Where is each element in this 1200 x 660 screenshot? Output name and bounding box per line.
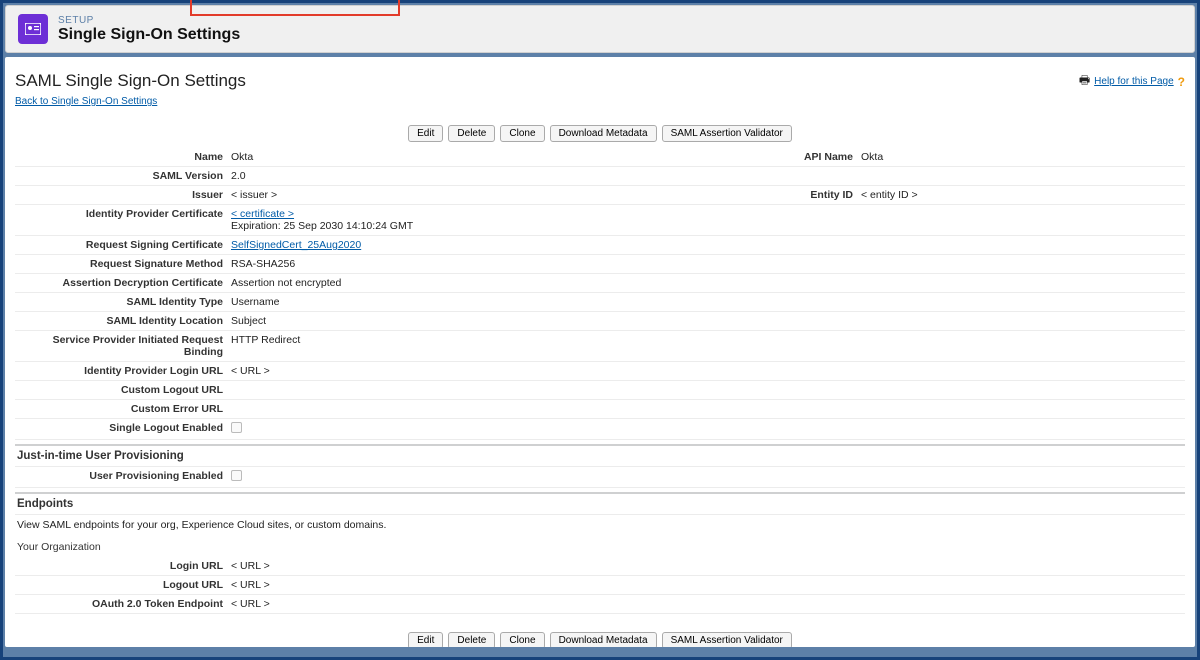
label-assert-decrypt: Assertion Decryption Certificate	[15, 274, 227, 293]
saml-validator-button-2[interactable]: SAML Assertion Validator	[662, 632, 792, 647]
value-oauth-ep: < URL >	[227, 595, 1185, 614]
edit-button-2[interactable]: Edit	[408, 632, 443, 647]
value-sp-binding: HTTP Redirect	[227, 331, 1185, 362]
download-metadata-button[interactable]: Download Metadata	[550, 125, 657, 142]
checkbox-jit-enabled	[231, 470, 242, 481]
value-idp-login-url: < URL >	[227, 362, 1185, 381]
value-entity-id: < entity ID >	[857, 186, 1185, 205]
label-sp-binding: Service Provider Initiated Request Bindi…	[15, 331, 227, 362]
back-link[interactable]: Back to Single Sign-On Settings	[15, 96, 157, 107]
sso-header-icon	[18, 14, 48, 44]
content-panel: SAML Single Sign-On Settings Back to Sin…	[5, 57, 1195, 647]
value-custom-logout	[227, 381, 1185, 400]
help-icon[interactable]: ?	[1178, 75, 1185, 89]
value-idp-cert-link[interactable]: < certificate >	[231, 208, 294, 220]
label-oauth-ep: OAuth 2.0 Token Endpoint	[15, 595, 227, 614]
clone-button[interactable]: Clone	[500, 125, 544, 142]
delete-button[interactable]: Delete	[448, 125, 495, 142]
value-saml-id-loc: Subject	[227, 312, 1185, 331]
setup-header: SETUP Single Sign-On Settings	[5, 5, 1195, 53]
label-idp-cert: Identity Provider Certificate	[15, 205, 227, 236]
value-req-sign-cert[interactable]: SelfSignedCert_25Aug2020	[231, 239, 361, 251]
label-jit-enabled: User Provisioning Enabled	[15, 467, 227, 488]
jit-heading: Just-in-time User Provisioning	[15, 444, 1185, 467]
setup-eyebrow: SETUP	[58, 15, 240, 26]
label-api-name: API Name	[767, 148, 857, 167]
value-idp-cert-exp: Expiration: 25 Sep 2030 14:10:24 GMT	[231, 220, 413, 232]
button-row-top: Edit Delete Clone Download Metadata SAML…	[15, 125, 1185, 142]
value-login-url: < URL >	[227, 557, 1185, 576]
label-saml-id-loc: SAML Identity Location	[15, 312, 227, 331]
edit-button[interactable]: Edit	[408, 125, 443, 142]
value-custom-error	[227, 400, 1185, 419]
help-link[interactable]: Help for this Page	[1094, 76, 1174, 87]
value-issuer: < issuer >	[227, 186, 767, 205]
page-title: SAML Single Sign-On Settings	[15, 71, 246, 91]
saml-validator-button[interactable]: SAML Assertion Validator	[662, 125, 792, 142]
download-metadata-button-2[interactable]: Download Metadata	[550, 632, 657, 647]
delete-button-2[interactable]: Delete	[448, 632, 495, 647]
print-icon[interactable]: 🖶	[1079, 71, 1090, 92]
label-single-logout: Single Logout Enabled	[15, 419, 227, 440]
label-logout-url: Logout URL	[15, 576, 227, 595]
label-req-sign-cert: Request Signing Certificate	[15, 236, 227, 255]
value-api-name: Okta	[857, 148, 1185, 167]
endpoints-description: View SAML endpoints for your org, Experi…	[15, 515, 1185, 535]
value-saml-version: 2.0	[227, 167, 1185, 186]
value-assert-decrypt: Assertion not encrypted	[227, 274, 1185, 293]
button-row-bottom: Edit Delete Clone Download Metadata SAML…	[15, 632, 1185, 647]
settings-table: Name Okta API Name Okta SAML Version 2.0…	[15, 148, 1185, 440]
label-name: Name	[15, 148, 227, 167]
label-saml-id-type: SAML Identity Type	[15, 293, 227, 312]
label-custom-logout: Custom Logout URL	[15, 381, 227, 400]
setup-title: Single Sign-On Settings	[58, 26, 240, 44]
label-idp-login-url: Identity Provider Login URL	[15, 362, 227, 381]
label-login-url: Login URL	[15, 557, 227, 576]
value-name: Okta	[227, 148, 767, 167]
checkbox-single-logout	[231, 422, 242, 433]
label-req-sig-method: Request Signature Method	[15, 255, 227, 274]
label-issuer: Issuer	[15, 186, 227, 205]
endpoints-heading: Endpoints	[15, 492, 1185, 515]
label-entity-id: Entity ID	[767, 186, 857, 205]
value-saml-id-type: Username	[227, 293, 1185, 312]
your-org-heading: Your Organization	[15, 535, 1185, 555]
label-custom-error: Custom Error URL	[15, 400, 227, 419]
label-saml-version: SAML Version	[15, 167, 227, 186]
value-req-sig-method: RSA-SHA256	[227, 255, 1185, 274]
clone-button-2[interactable]: Clone	[500, 632, 544, 647]
value-logout-url: < URL >	[227, 576, 1185, 595]
